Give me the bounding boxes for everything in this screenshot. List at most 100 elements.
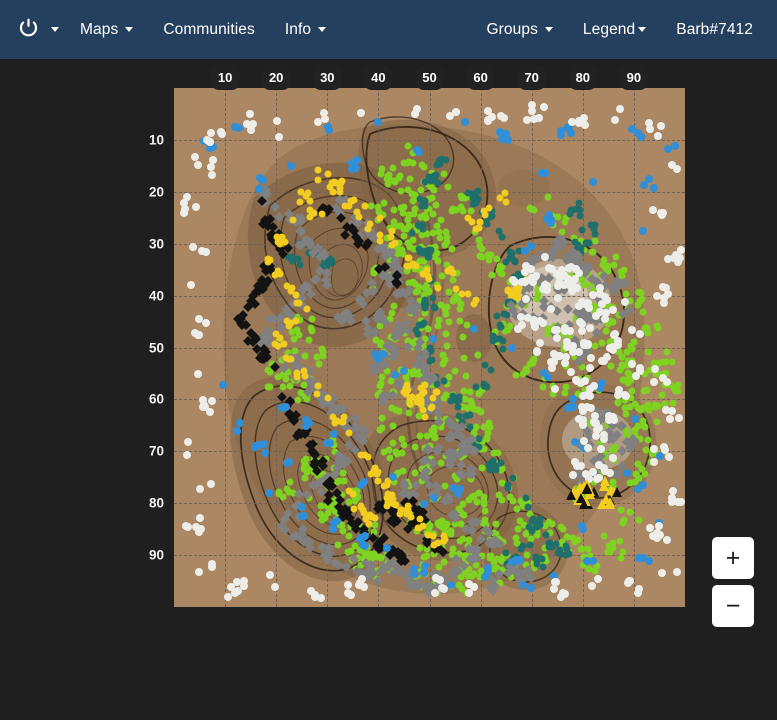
resource-marker[interactable] [530,323,539,332]
resource-marker[interactable] [406,400,414,408]
resource-marker[interactable] [512,569,523,580]
resource-marker[interactable] [424,272,432,280]
resource-marker[interactable] [374,264,385,275]
resource-marker[interactable] [284,368,292,376]
resource-marker[interactable] [443,494,454,505]
resource-marker[interactable] [334,541,342,549]
resource-marker[interactable] [336,213,346,224]
resource-marker[interactable] [391,271,402,282]
resource-marker[interactable] [565,327,574,336]
resource-marker[interactable] [613,341,622,350]
resource-marker[interactable] [467,525,477,536]
resource-marker[interactable] [630,435,641,446]
resource-marker[interactable] [326,407,337,418]
resource-marker[interactable] [418,321,426,329]
resource-marker[interactable] [420,351,431,362]
resource-marker[interactable] [641,423,649,431]
resource-marker[interactable] [390,255,401,266]
resource-marker[interactable] [498,233,506,241]
resource-marker[interactable] [410,510,418,518]
resource-marker[interactable] [600,315,609,324]
resource-marker[interactable] [420,580,431,591]
resource-marker[interactable] [300,367,308,375]
resource-marker[interactable] [383,367,391,375]
resource-marker[interactable] [441,241,449,249]
resource-marker[interactable] [392,320,403,330]
resource-marker[interactable] [533,521,541,529]
resource-marker[interactable] [417,470,428,481]
resource-marker[interactable] [526,584,535,593]
resource-marker[interactable] [348,197,356,205]
resource-marker[interactable] [403,324,414,335]
resource-marker[interactable] [505,561,516,571]
resource-marker[interactable] [464,572,472,580]
resource-marker[interactable] [314,117,323,126]
resource-marker[interactable] [563,533,571,541]
resource-marker[interactable] [384,279,395,290]
resource-marker[interactable] [606,317,614,325]
resource-marker[interactable] [392,269,400,277]
resource-marker[interactable] [445,460,456,471]
resource-marker[interactable] [567,128,576,137]
resource-marker[interactable] [288,257,296,265]
resource-marker[interactable] [628,434,638,445]
resource-marker[interactable] [268,314,279,325]
resource-marker[interactable] [519,542,527,550]
resource-marker[interactable] [421,466,432,477]
resource-marker[interactable] [359,524,370,535]
resource-marker[interactable] [572,377,581,386]
resource-marker[interactable] [610,334,618,342]
resource-marker[interactable] [421,444,429,452]
resource-marker[interactable] [555,281,566,292]
resource-marker[interactable] [609,478,617,486]
resource-marker[interactable] [294,225,305,236]
resource-marker[interactable] [410,578,421,589]
resource-marker[interactable] [239,576,248,585]
resource-marker[interactable] [428,403,436,411]
resource-marker[interactable] [427,489,438,500]
resource-marker[interactable] [516,276,524,284]
resource-marker[interactable] [274,133,283,142]
resource-marker[interactable] [581,499,589,507]
resource-marker[interactable] [366,511,374,519]
resource-marker[interactable] [592,416,603,427]
resource-marker[interactable] [398,380,409,391]
resource-marker[interactable] [487,251,495,259]
resource-marker[interactable] [375,208,383,216]
resource-marker[interactable] [369,327,380,338]
resource-marker[interactable] [609,487,619,497]
resource-marker[interactable] [381,390,392,401]
resource-marker[interactable] [650,445,659,454]
resource-marker[interactable] [273,228,284,239]
resource-marker[interactable] [426,357,434,364]
resource-marker[interactable] [333,417,341,425]
resource-marker[interactable] [433,249,441,257]
resource-marker[interactable] [454,489,463,498]
resource-marker[interactable] [293,376,301,384]
resource-marker[interactable] [610,261,618,269]
resource-marker[interactable] [441,528,449,536]
resource-marker[interactable] [371,464,379,472]
resource-marker[interactable] [439,351,447,359]
resource-marker[interactable] [634,301,642,309]
resource-marker[interactable] [522,293,533,304]
resource-marker[interactable] [596,283,605,292]
resource-marker[interactable] [396,510,404,518]
resource-marker[interactable] [428,169,436,176]
resource-marker[interactable] [577,301,587,312]
resource-marker[interactable] [407,309,415,317]
resource-marker[interactable] [571,275,580,284]
resource-marker[interactable] [572,314,580,322]
resource-marker[interactable] [637,133,646,142]
resource-marker[interactable] [311,480,322,491]
resource-marker[interactable] [488,565,496,573]
resource-marker[interactable] [310,380,321,391]
resource-marker[interactable] [277,391,288,402]
resource-marker[interactable] [433,542,444,553]
resource-marker[interactable] [279,383,287,391]
resource-marker[interactable] [601,292,610,301]
resource-marker[interactable] [363,551,371,559]
resource-marker[interactable] [568,487,579,498]
resource-marker[interactable] [580,314,591,325]
resource-marker[interactable] [491,565,499,573]
